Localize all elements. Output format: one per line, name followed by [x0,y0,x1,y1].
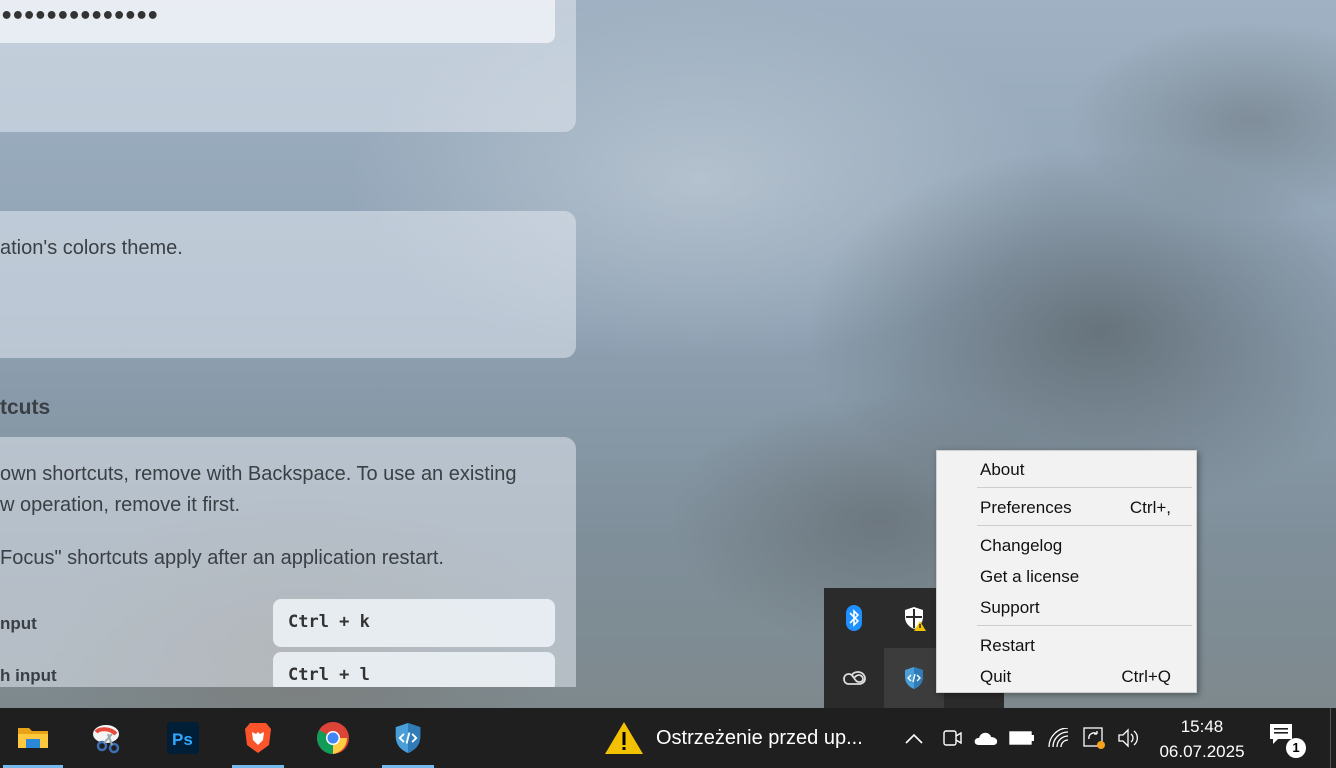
shortcut-key-input[interactable]: Ctrl + k [273,599,555,647]
taskbar-app-snipping-tool[interactable] [78,708,138,768]
menu-item-label: Changelog [980,536,1063,555]
theme-description: ation's colors theme. [0,237,183,259]
windows-security-warning-icon[interactable] [884,588,944,648]
snipping-tool-icon [93,725,120,754]
clock-date: 06.07.2025 [1159,742,1245,761]
app-shield-code-icon[interactable] [884,648,944,708]
chevron-up-icon[interactable] [901,726,927,750]
taskbar-app-file-explorer[interactable] [3,708,63,768]
menu-item-label: Get a license [980,567,1080,586]
menu-item-label: About [980,460,1025,479]
svg-text:Ps: Ps [172,730,193,749]
menu-separator [977,525,1192,526]
creative-cloud-icon[interactable] [824,648,884,708]
brave-browser-icon [245,723,271,753]
taskbar-app-photoshop[interactable]: Ps [153,708,213,768]
battery-icon[interactable] [1009,726,1035,750]
menu-item-quit[interactable]: Quit Ctrl+Q [980,664,1171,690]
taskbar-clock[interactable]: 15:48 06.07.2025 [1150,714,1254,764]
menu-item-shortcut: Ctrl+Q [1121,667,1171,686]
sync-status-icon[interactable] [1081,726,1107,750]
app-shield-code-icon [395,723,421,753]
shortcuts-section-title: tcuts [0,396,51,419]
menu-item-label: Quit [980,667,1012,686]
shortcuts-description-line3: Focus" shortcuts apply after an applicat… [0,547,444,569]
password-field[interactable]: •••••••••••••• [0,0,555,43]
shortcut-label: h input [0,666,57,685]
shortcuts-description-line1: own shortcuts, remove with Backspace. To… [0,463,517,485]
menu-separator [977,625,1192,626]
menu-item-restart[interactable]: Restart [980,633,1171,659]
taskbar-app-brave[interactable] [228,708,288,768]
tray-context-menu: About Preferences Ctrl+, Changelog Get a… [936,450,1197,693]
update-warning-notification[interactable]: Ostrzeżenie przed up... [604,708,863,768]
photoshop-icon: Ps [167,722,199,754]
shortcut-key-input[interactable]: Ctrl + l [273,652,555,687]
menu-item-label: Support [980,598,1040,617]
theme-card [0,211,576,358]
menu-item-support[interactable]: Support [980,595,1171,621]
bluetooth-icon[interactable] [824,588,884,648]
taskbar-app-chrome[interactable] [303,708,363,768]
menu-item-about[interactable]: About [980,457,1171,483]
warning-icon [605,722,643,754]
shortcuts-description-line2: w operation, remove it first. [0,494,241,516]
meet-now-icon[interactable] [938,726,964,750]
volume-icon[interactable] [1116,726,1142,750]
update-warning-text: Ostrzeżenie przed up... [656,726,863,749]
chrome-icon [317,722,349,754]
menu-item-preferences[interactable]: Preferences Ctrl+, [980,495,1171,521]
show-desktop-button[interactable] [1330,708,1336,768]
menu-item-label: Restart [980,636,1035,655]
shortcut-label: nput [0,614,37,633]
file-explorer-icon [18,728,48,748]
menu-item-changelog[interactable]: Changelog [980,533,1171,559]
action-center-button[interactable]: 1 [1268,722,1312,758]
settings-window: •••••••••••••• ation's colors theme. tcu… [0,0,576,687]
clock-time: 15:48 [1180,717,1224,736]
notification-count-badge: 1 [1286,738,1306,758]
menu-item-get-license[interactable]: Get a license [980,564,1171,590]
menu-item-shortcut: Ctrl+, [1129,498,1171,517]
taskbar: Ps Ostrzeżenie przed up... 15:48 06.07.2… [0,708,1336,768]
wifi-icon[interactable] [1045,726,1071,750]
onedrive-icon[interactable] [973,726,999,750]
menu-item-label: Preferences [980,498,1072,517]
taskbar-app-shield-code[interactable] [378,708,438,768]
menu-separator [977,487,1192,488]
